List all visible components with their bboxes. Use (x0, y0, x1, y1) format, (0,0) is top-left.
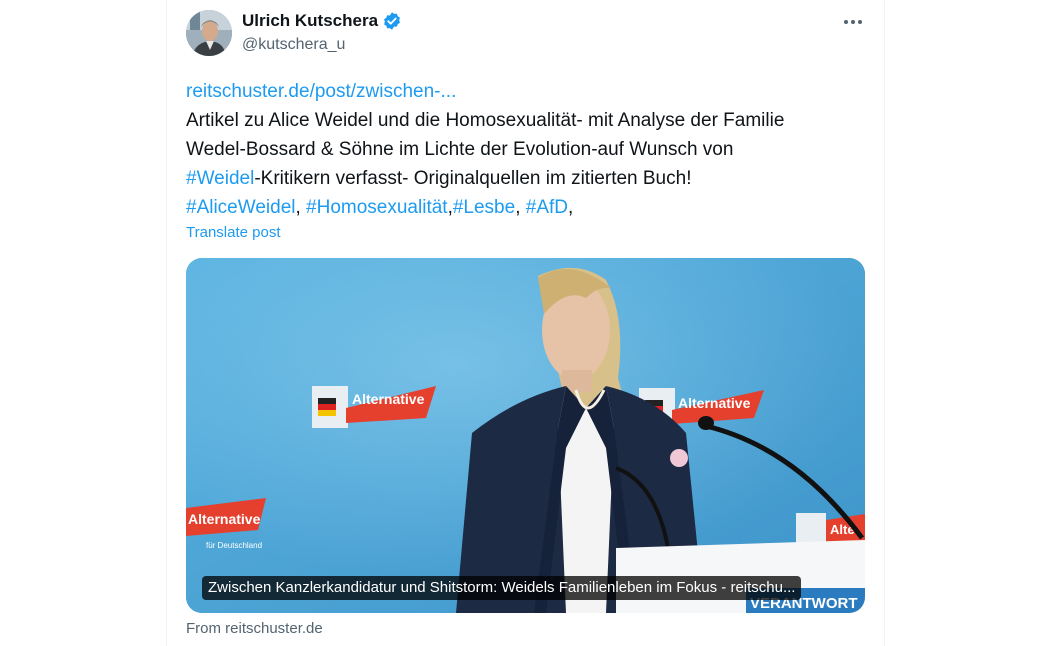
link-preview-card[interactable]: Alternative Alternative Alternative für … (186, 258, 865, 613)
author-handle[interactable]: @kutschera_u (242, 36, 345, 54)
column-border-right (884, 0, 885, 646)
more-options-button[interactable] (840, 12, 866, 32)
separator: , (515, 197, 526, 218)
post-link[interactable]: reitschuster.de/post/zwischen-... (186, 81, 456, 102)
post-text-line: -Kritikern verfasst- Originalquellen im … (254, 168, 692, 189)
post-text: reitschuster.de/post/zwischen-... Artike… (186, 77, 866, 222)
author-name-row: Ulrich Kutschera (242, 11, 402, 31)
card-source-label[interactable]: From reitschuster.de (186, 620, 323, 637)
card-image: Alternative Alternative Alternative für … (186, 258, 865, 613)
verified-badge-icon (382, 11, 402, 31)
hashtag-link[interactable]: #Homosexualität (306, 197, 448, 218)
card-caption: Zwischen Kanzlerkandidatur und Shitstorm… (202, 576, 802, 600)
more-dot-icon (858, 20, 862, 24)
column-border-left (166, 0, 167, 646)
logo-text: Alternative (352, 391, 425, 407)
hashtag-link[interactable]: #Lesbe (453, 197, 515, 218)
more-dot-icon (844, 20, 848, 24)
post-text-line: Artikel zu Alice Weidel und die Homosexu… (186, 110, 785, 131)
hashtag-link[interactable]: #AfD (526, 197, 568, 218)
separator: , (568, 197, 574, 218)
logo-text: Alternative (188, 511, 261, 527)
more-dot-icon (851, 20, 855, 24)
logo-text: Alternative (678, 395, 751, 411)
hashtag-link[interactable]: #Weidel (186, 168, 254, 189)
tweet-view: Ulrich Kutschera @kutschera_u reitschust… (0, 0, 1050, 646)
author-display-name[interactable]: Ulrich Kutschera (242, 11, 378, 31)
post-text-line: Wedel-Bossard & Söhne im Lichte der Evol… (186, 139, 734, 160)
logo-subtext: für Deutschland (206, 541, 262, 550)
separator: , (295, 197, 307, 218)
avatar[interactable] (186, 10, 232, 56)
hashtag-link[interactable]: #AliceWeidel (186, 197, 295, 218)
translate-post-link[interactable]: Translate post (186, 224, 281, 241)
